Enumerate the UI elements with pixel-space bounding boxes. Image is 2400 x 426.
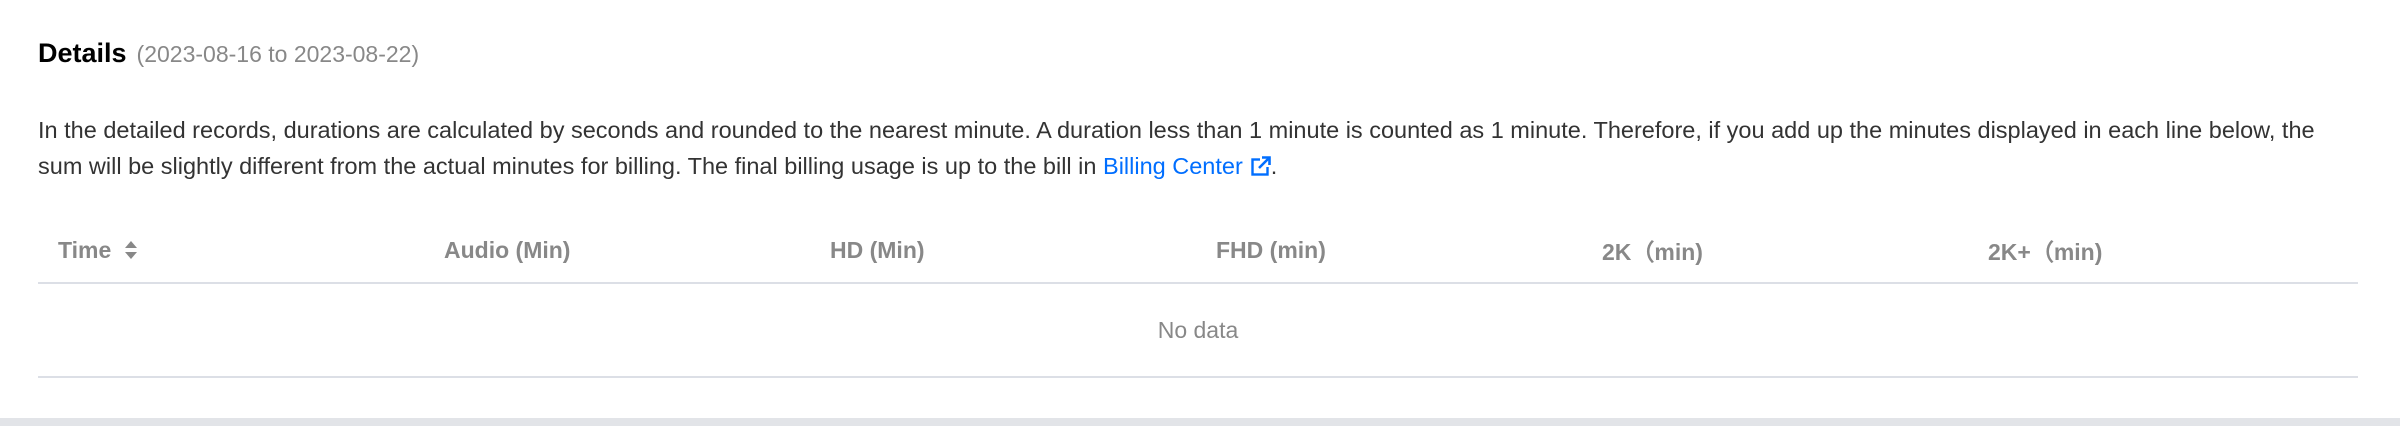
table-header: Time Audio (Min) HD (Min) FHD (min) 2K（m… — [38, 218, 2358, 284]
empty-state-row: No data — [38, 284, 2358, 378]
details-card: Details (2023-08-16 to 2023-08-22) In th… — [0, 0, 2400, 418]
column-header-label: 2K+（min) — [1988, 239, 2103, 265]
external-link-icon — [1251, 156, 1271, 176]
column-header-2k-plus: 2K+（min) — [1968, 233, 2354, 267]
date-range: (2023-08-16 to 2023-08-22) — [136, 41, 420, 67]
column-header-hd: HD (Min) — [810, 237, 1196, 264]
empty-state-text: No data — [1157, 316, 1239, 343]
column-header-label: FHD (min) — [1216, 236, 1326, 263]
column-header-label: 2K（min) — [1602, 239, 1703, 265]
billing-note-suffix: . — [1270, 153, 1278, 179]
details-header: Details (2023-08-16 to 2023-08-22) — [38, 38, 419, 74]
column-header-label: Time — [58, 236, 112, 263]
column-header-time[interactable]: Time — [38, 237, 424, 264]
sort-icon[interactable] — [125, 241, 138, 259]
details-table: Time Audio (Min) HD (Min) FHD (min) 2K（m… — [38, 218, 2358, 378]
column-header-label: Audio (Min) — [444, 236, 571, 263]
column-header-audio: Audio (Min) — [424, 237, 810, 264]
billing-note: In the detailed records, durations are c… — [38, 112, 2358, 184]
column-header-fhd: FHD (min) — [1196, 237, 1582, 264]
column-header-label: HD (Min) — [830, 236, 925, 263]
billing-center-link-label: Billing Center — [1103, 153, 1243, 179]
column-header-2k: 2K（min) — [1582, 233, 1968, 267]
card-bottom-edge — [0, 418, 2400, 426]
billing-center-link[interactable]: Billing Center — [1103, 153, 1271, 179]
details-title: Details — [38, 38, 127, 68]
